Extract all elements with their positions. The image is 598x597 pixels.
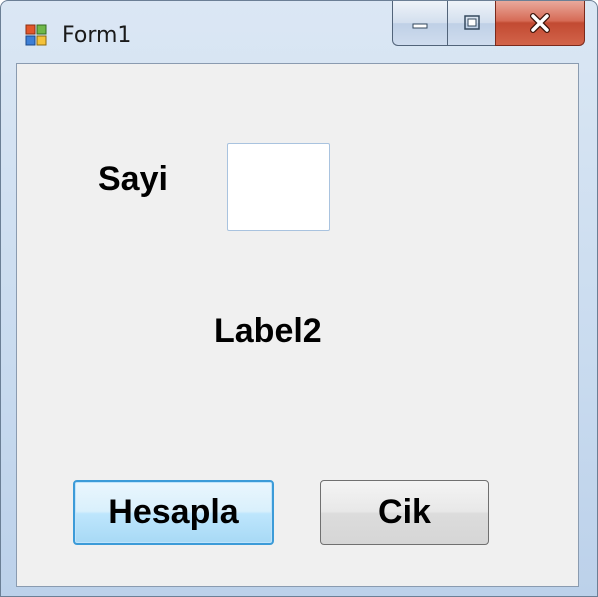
caption-buttons bbox=[392, 1, 585, 47]
title-bar[interactable]: Form1 bbox=[1, 1, 597, 63]
maximize-button[interactable] bbox=[447, 1, 495, 46]
cik-button[interactable]: Cik bbox=[320, 480, 489, 545]
windows-form-icon bbox=[25, 24, 47, 46]
close-icon bbox=[530, 13, 550, 33]
close-button[interactable] bbox=[495, 1, 585, 46]
sayi-label: Sayi bbox=[98, 160, 168, 198]
sayi-input[interactable] bbox=[227, 143, 330, 231]
minimize-button[interactable] bbox=[392, 1, 447, 46]
form1-window: Form1 Sayi Label2 Hesapla Cik bbox=[0, 0, 598, 597]
hesapla-button[interactable]: Hesapla bbox=[73, 480, 274, 545]
maximize-icon bbox=[463, 15, 480, 30]
form-client-area: Sayi Label2 Hesapla Cik bbox=[16, 63, 579, 587]
minimize-icon bbox=[412, 23, 428, 29]
result-label: Label2 bbox=[214, 312, 322, 350]
window-title: Form1 bbox=[62, 23, 132, 48]
